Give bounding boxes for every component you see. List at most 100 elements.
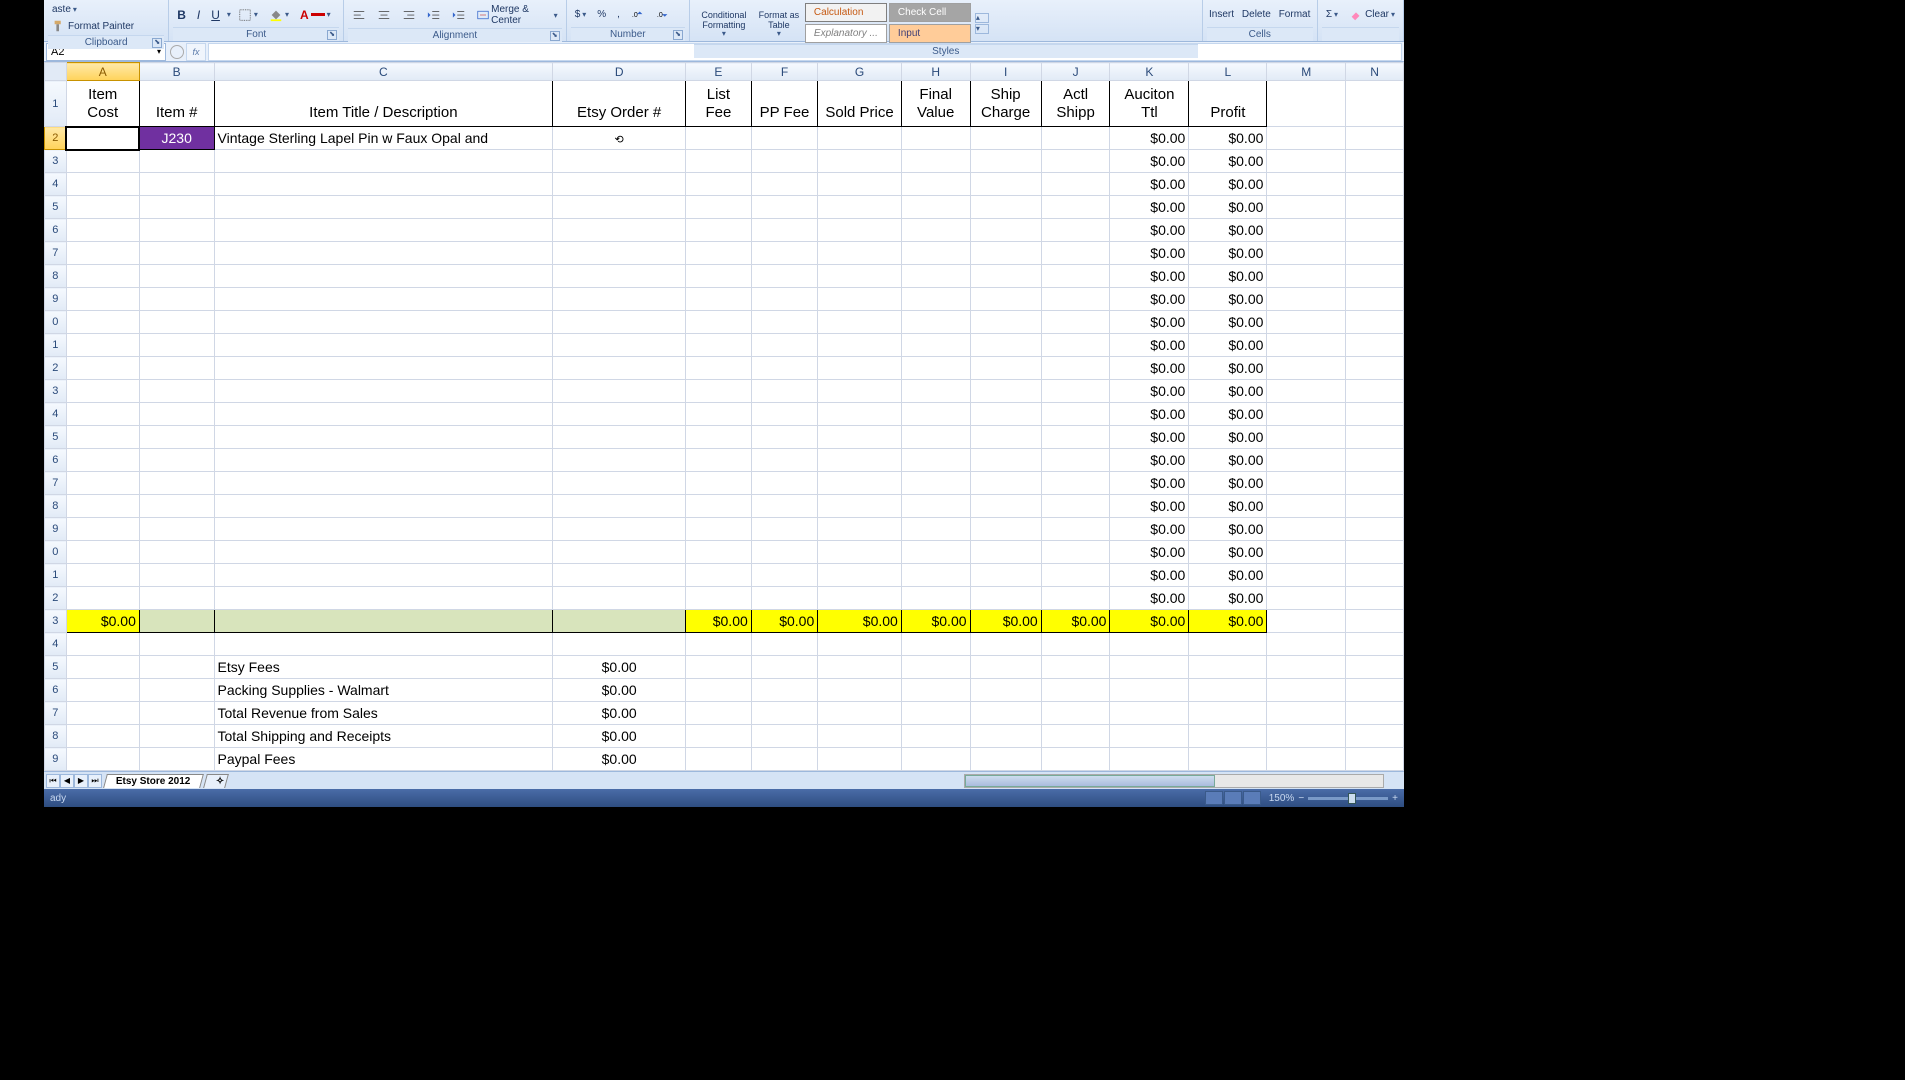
cell[interactable] [970, 311, 1041, 334]
cell[interactable]: $0.00 [1189, 311, 1267, 334]
cell[interactable] [686, 242, 752, 265]
cell[interactable] [970, 541, 1041, 564]
cell[interactable] [553, 403, 686, 426]
cell[interactable] [818, 173, 902, 196]
cell[interactable] [751, 564, 817, 587]
cell[interactable] [686, 173, 752, 196]
cell[interactable] [139, 265, 214, 288]
cell[interactable] [1267, 219, 1346, 242]
row-header-12[interactable]: 2 [45, 357, 67, 380]
cell[interactable] [1346, 748, 1404, 771]
cell[interactable] [1346, 219, 1404, 242]
cell[interactable] [66, 495, 139, 518]
row-header-15[interactable]: 5 [45, 426, 67, 449]
cell[interactable] [1346, 564, 1404, 587]
cell[interactable] [1189, 702, 1267, 725]
cell[interactable] [1346, 518, 1404, 541]
fx-button[interactable]: fx [186, 43, 206, 61]
cell[interactable] [970, 150, 1041, 173]
cell[interactable]: $0.00 [1189, 242, 1267, 265]
cell[interactable] [1110, 633, 1189, 656]
cell[interactable] [553, 495, 686, 518]
cell[interactable] [970, 242, 1041, 265]
cell[interactable]: $0.00 [553, 725, 686, 748]
cell[interactable]: $0.00 [1189, 380, 1267, 403]
cell[interactable] [818, 380, 902, 403]
view-layout-button[interactable] [1224, 791, 1242, 805]
row-header-1[interactable]: 1 [45, 81, 67, 127]
cell[interactable] [214, 334, 553, 357]
cell[interactable] [751, 242, 817, 265]
column-header-A[interactable]: A [66, 63, 139, 81]
cell[interactable]: $0.00 [1110, 288, 1189, 311]
cell[interactable] [66, 564, 139, 587]
cell[interactable] [214, 495, 553, 518]
cell[interactable] [214, 610, 553, 633]
cell[interactable] [751, 334, 817, 357]
expand-icon[interactable]: ⬊ [152, 38, 162, 48]
cell[interactable] [214, 242, 553, 265]
cell[interactable] [686, 472, 752, 495]
view-pagebreak-button[interactable] [1243, 791, 1261, 805]
cell[interactable] [970, 518, 1041, 541]
cell[interactable] [751, 702, 817, 725]
cell[interactable]: $0.00 [1110, 334, 1189, 357]
cell[interactable] [686, 380, 752, 403]
increase-decimal-button[interactable]: .0 [627, 6, 649, 24]
cell[interactable] [970, 702, 1041, 725]
cell[interactable] [214, 564, 553, 587]
cell[interactable] [1267, 127, 1346, 150]
cell[interactable] [1041, 380, 1110, 403]
cell[interactable] [970, 656, 1041, 679]
header-cell[interactable]: Profit [1189, 81, 1267, 127]
cell[interactable] [214, 518, 553, 541]
cell[interactable] [1267, 403, 1346, 426]
format-as-table-button[interactable]: Format as Table▾ [757, 7, 801, 40]
cell[interactable] [818, 196, 902, 219]
cell[interactable] [818, 587, 902, 610]
align-left-button[interactable] [348, 6, 370, 24]
cell[interactable] [1346, 426, 1404, 449]
indent-inc-button[interactable] [448, 6, 470, 24]
cell[interactable] [553, 541, 686, 564]
cell[interactable] [1041, 403, 1110, 426]
cell[interactable] [214, 219, 553, 242]
cell[interactable] [1041, 472, 1110, 495]
cell[interactable]: $0.00 [1189, 150, 1267, 173]
cell[interactable] [686, 219, 752, 242]
cell[interactable] [1041, 748, 1110, 771]
row-header-28[interactable]: 8 [45, 725, 67, 748]
cell[interactable] [970, 633, 1041, 656]
cell[interactable]: $0.00 [1189, 357, 1267, 380]
cell[interactable] [66, 334, 139, 357]
cell[interactable] [1267, 311, 1346, 334]
cell[interactable] [818, 311, 902, 334]
header-cell[interactable]: PP Fee [751, 81, 817, 127]
cell[interactable]: $0.00 [1189, 495, 1267, 518]
cell[interactable] [818, 495, 902, 518]
cell[interactable] [139, 748, 214, 771]
cell[interactable] [970, 403, 1041, 426]
cell[interactable]: $0.00 [1110, 472, 1189, 495]
cell[interactable] [686, 518, 752, 541]
cell[interactable] [553, 265, 686, 288]
cell[interactable] [139, 150, 214, 173]
cell[interactable] [818, 426, 902, 449]
cell[interactable] [818, 633, 902, 656]
cell[interactable] [214, 357, 553, 380]
fill-color-button[interactable]: ▾ [265, 6, 293, 24]
row-header-23[interactable]: 3 [45, 610, 67, 633]
cell[interactable] [1110, 679, 1189, 702]
cell[interactable] [66, 541, 139, 564]
column-header-G[interactable]: G [818, 63, 902, 81]
cell[interactable] [553, 564, 686, 587]
cell[interactable] [901, 495, 970, 518]
cell[interactable] [686, 127, 752, 150]
cell[interactable] [1041, 702, 1110, 725]
cell[interactable] [1346, 495, 1404, 518]
header-cell[interactable]: ListFee [686, 81, 752, 127]
cell[interactable] [66, 426, 139, 449]
cell[interactable] [1267, 334, 1346, 357]
cell[interactable] [1346, 288, 1404, 311]
cell[interactable] [686, 403, 752, 426]
